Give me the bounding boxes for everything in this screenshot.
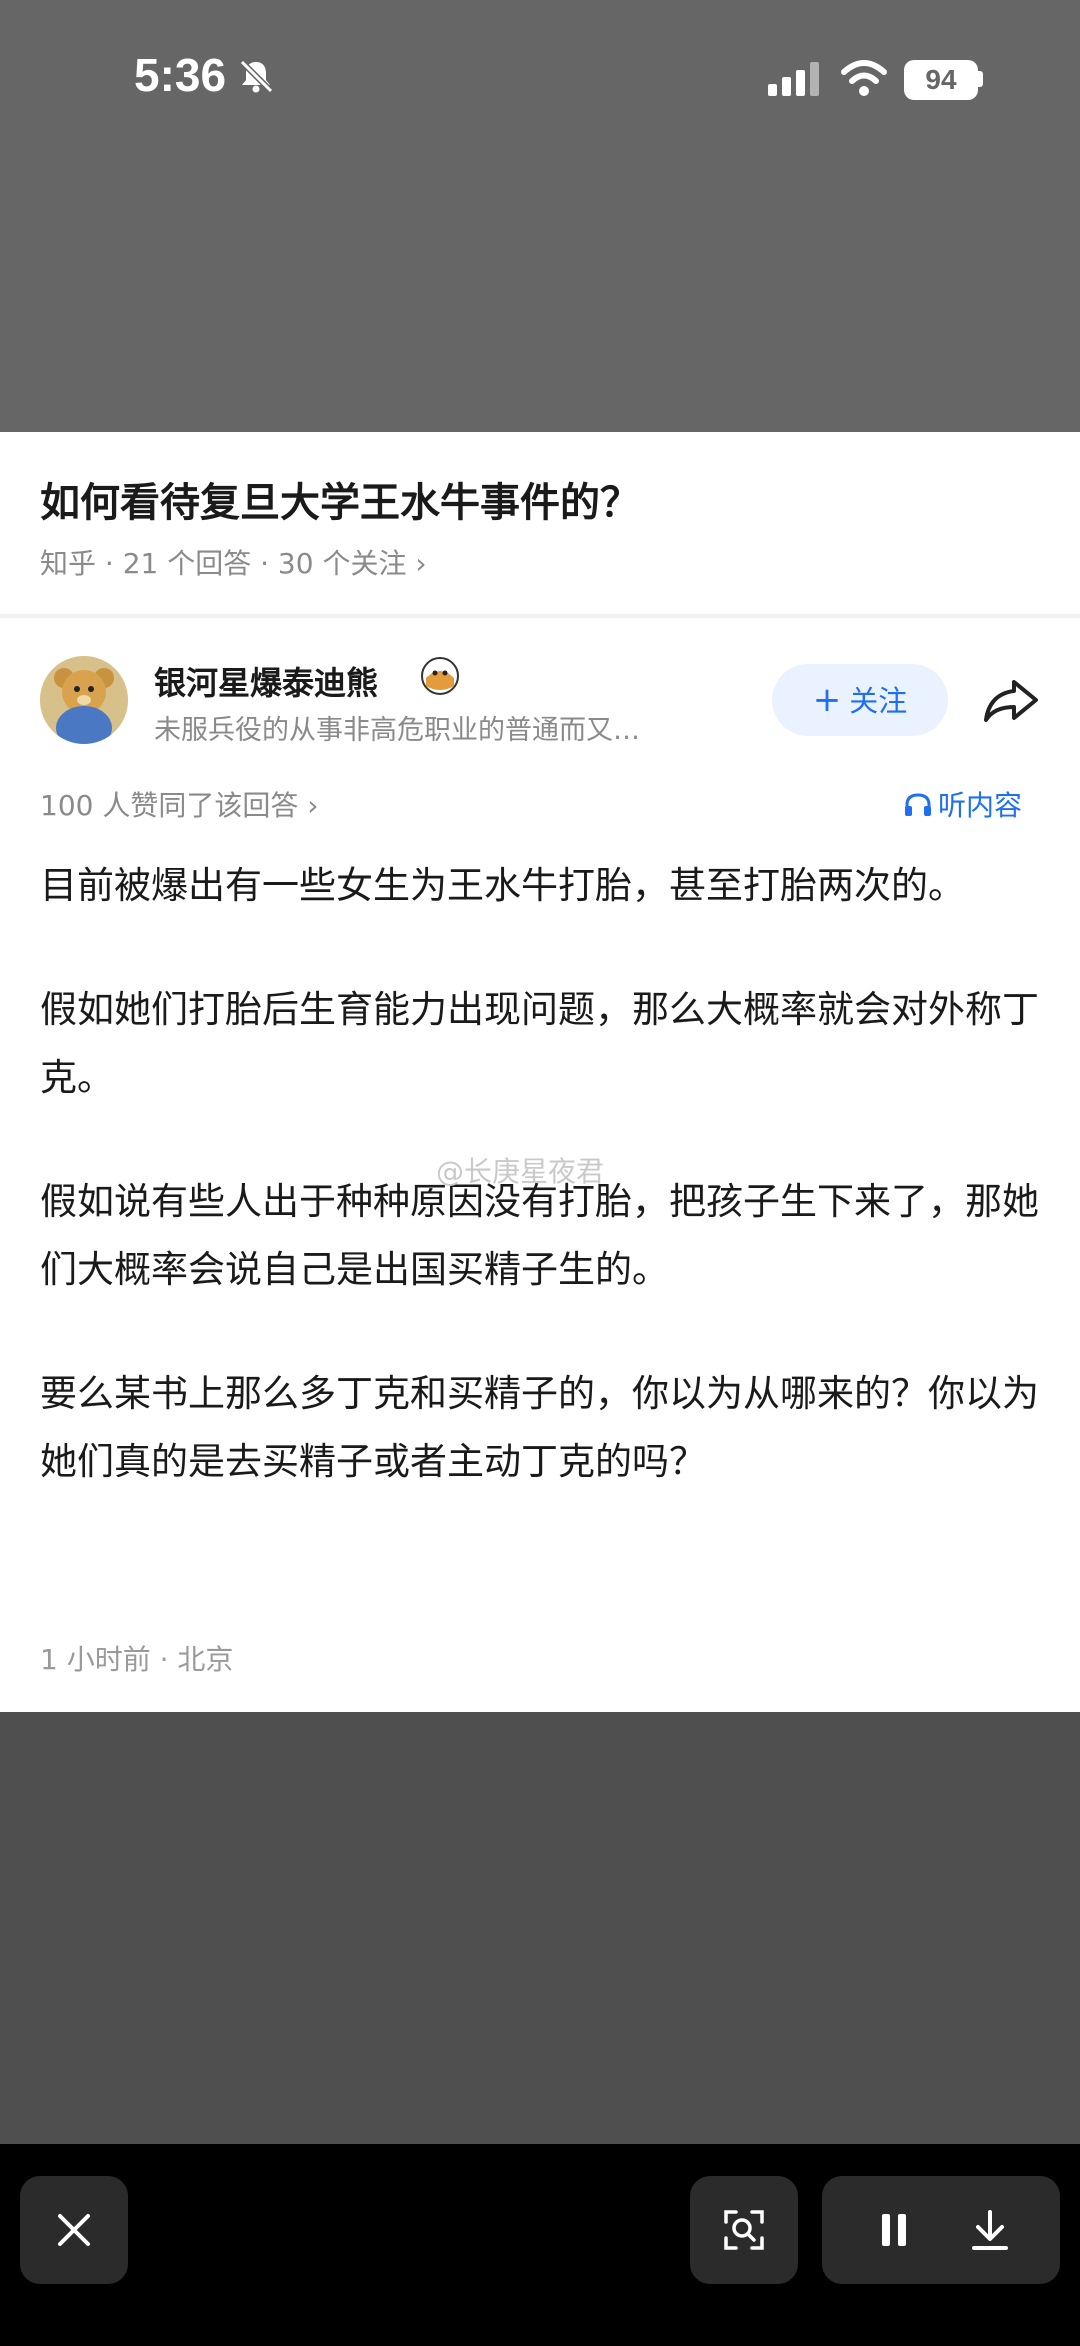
answer-paragraph: 目前被爆出有一些女生为王水牛打胎，甚至打胎两次的。 — [40, 864, 965, 907]
follow-label: 关注 — [849, 684, 908, 718]
listen-label: 听内容 — [938, 789, 1023, 822]
share-icon[interactable] — [982, 676, 1040, 724]
answer-paragraph: 假如她们打胎后生育能力出现问题，那么大概率就会对外称丁克。 — [40, 988, 1039, 1099]
listen-button[interactable]: 听内容 — [904, 784, 1022, 824]
question-title[interactable]: 如何看待复旦大学王水牛事件的？ — [40, 470, 640, 528]
media-controls — [822, 2176, 1060, 2284]
download-icon[interactable] — [968, 2208, 1012, 2252]
divider — [0, 614, 1080, 618]
battery-nub — [978, 71, 983, 87]
close-icon — [58, 2214, 90, 2246]
close-button[interactable] — [20, 2176, 128, 2284]
watermark: @长庚星夜君 — [436, 1155, 605, 1188]
question-meta[interactable]: 知乎 · 21 个回答 · 30 个关注 › — [40, 542, 427, 582]
battery-icon: 94 — [904, 60, 978, 100]
scan-icon — [724, 2210, 764, 2250]
follow-button[interactable]: + 关注 — [772, 664, 948, 736]
bottom-dimmed-area — [0, 1712, 1080, 2144]
answer-card: 如何看待复旦大学王水牛事件的？ 知乎 · 21 个回答 · 30 个关注 › 银… — [0, 432, 1080, 1712]
wifi-icon — [841, 60, 887, 96]
visual-lookup-button[interactable] — [690, 2176, 798, 2284]
teddy-bear-icon — [40, 656, 128, 744]
status-time: 5:36 — [134, 49, 227, 101]
author-name[interactable]: 银河星爆泰迪熊 — [154, 658, 378, 704]
answer-body: 目前被爆出有一些女生为王水牛打胎，甚至打胎两次的。 假如她们打胎后生育能力出现问… — [40, 852, 1040, 1552]
status-bar: 5:36 94 — [0, 40, 1080, 120]
bell-mute-icon — [239, 59, 274, 94]
author-badge-icon — [421, 657, 459, 695]
upvote-count[interactable]: 100 人赞同了该回答 › — [40, 784, 318, 824]
signal-icon — [768, 62, 819, 96]
plus-icon: + — [812, 680, 842, 720]
avatar[interactable] — [40, 656, 128, 744]
headphones-icon — [905, 793, 931, 816]
author-bio: 未服兵役的从事非高危职业的普通而又… — [154, 715, 640, 746]
pause-icon[interactable] — [874, 2210, 914, 2250]
answer-paragraph: 要么某书上那么多丁克和买精子的，你以为从哪来的？你以为她们真的是去买精子或者主动… — [40, 1372, 1039, 1483]
answer-time-location: 1 小时前 · 北京 — [40, 1643, 234, 1676]
